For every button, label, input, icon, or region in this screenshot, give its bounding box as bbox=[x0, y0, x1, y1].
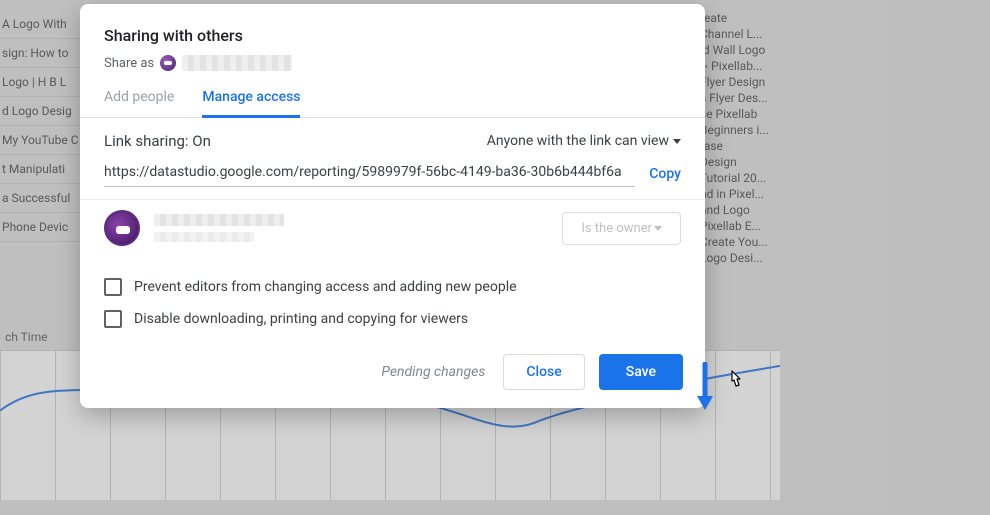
link-sharing-status: Link sharing: On bbox=[104, 132, 211, 150]
close-button[interactable]: Close bbox=[503, 354, 584, 390]
copy-link-button[interactable]: Copy bbox=[649, 166, 681, 182]
tab-manage-access[interactable]: Manage access bbox=[202, 89, 300, 118]
tab-add-people[interactable]: Add people bbox=[104, 89, 174, 117]
share-as-identity-redacted bbox=[182, 55, 292, 71]
chevron-down-icon bbox=[673, 139, 681, 144]
owner-email-redacted bbox=[154, 232, 254, 242]
option-prevent-editors[interactable]: Prevent editors from changing access and… bbox=[104, 278, 681, 296]
checkbox-icon[interactable] bbox=[104, 278, 122, 296]
chevron-down-icon bbox=[654, 226, 662, 231]
avatar-icon bbox=[160, 55, 176, 71]
option-prevent-editors-label: Prevent editors from changing access and… bbox=[134, 279, 517, 295]
checkbox-icon[interactable] bbox=[104, 310, 122, 328]
save-button[interactable]: Save bbox=[599, 354, 683, 390]
owner-avatar-icon bbox=[104, 210, 140, 246]
dialog-title: Sharing with others bbox=[104, 26, 681, 45]
owner-role-label: Is the owner bbox=[581, 221, 652, 236]
option-disable-download[interactable]: Disable downloading, printing and copyin… bbox=[104, 310, 681, 328]
link-permission-label: Anyone with the link can view bbox=[487, 133, 669, 149]
owner-role-dropdown[interactable]: Is the owner bbox=[562, 212, 681, 245]
pending-changes-label: Pending changes bbox=[381, 364, 485, 380]
option-disable-download-label: Disable downloading, printing and copyin… bbox=[134, 311, 468, 327]
link-permission-dropdown[interactable]: Anyone with the link can view bbox=[487, 133, 681, 149]
share-as-label: Share as bbox=[104, 56, 154, 71]
owner-row: Is the owner bbox=[80, 200, 705, 260]
owner-name-redacted bbox=[154, 214, 284, 226]
tabs: Add people Manage access bbox=[80, 89, 705, 118]
share-url-input[interactable] bbox=[104, 160, 635, 187]
sharing-dialog: Sharing with others Share as Add people … bbox=[80, 4, 705, 408]
